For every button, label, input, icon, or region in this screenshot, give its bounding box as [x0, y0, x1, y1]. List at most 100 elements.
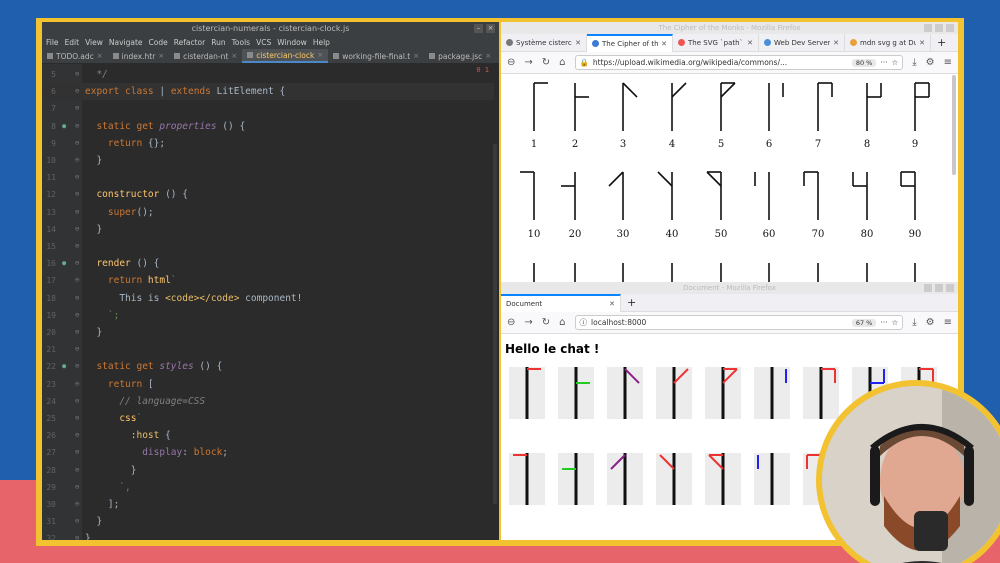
code-line[interactable]: 6 ⊖ export class | extends LitElement {: [42, 83, 494, 101]
menu-item-window[interactable]: Window: [277, 36, 307, 49]
code-line[interactable]: 29 ⊖ `,: [42, 479, 494, 496]
close-tab-icon[interactable]: ✕: [919, 34, 925, 52]
fold-icon[interactable]: ⊖: [75, 341, 79, 358]
code-line[interactable]: 8 ● ⊖ static get properties () {: [42, 118, 494, 135]
minimize-button[interactable]: [924, 284, 932, 292]
more-icon[interactable]: ···: [880, 58, 887, 67]
fold-icon[interactable]: ⊖: [75, 410, 79, 427]
fold-icon[interactable]: ⊖: [75, 152, 79, 169]
close-tab-icon[interactable]: ×: [317, 49, 323, 63]
fold-icon[interactable]: ⊖: [75, 444, 79, 461]
fold-icon[interactable]: ⊖: [75, 358, 79, 375]
fold-icon[interactable]: ⊖: [75, 530, 79, 540]
bookmark-icon[interactable]: ☆: [891, 318, 898, 327]
code-line[interactable]: 19 ⊖ `;: [42, 307, 494, 324]
editor-tab[interactable]: TODO.adc ×: [42, 49, 108, 63]
fold-icon[interactable]: ⊖: [75, 427, 79, 444]
code-line[interactable]: 30 ⊖ ];: [42, 496, 494, 513]
menu-item-refactor[interactable]: Refactor: [174, 36, 205, 49]
more-icon[interactable]: ···: [880, 318, 887, 327]
editor-tab[interactable]: working-file-final.t ×: [328, 49, 424, 63]
editor-tab[interactable]: cistercian-clock ×: [242, 49, 329, 63]
menu-item-view[interactable]: View: [85, 36, 103, 49]
fold-icon[interactable]: ⊖: [75, 83, 79, 100]
close-tab-icon[interactable]: ×: [413, 49, 419, 63]
forward-icon[interactable]: →: [524, 317, 532, 328]
close-tab-icon[interactable]: ×: [485, 49, 491, 63]
code-line[interactable]: 16 ● ⊖ render () {: [42, 255, 494, 272]
close-button[interactable]: ×: [486, 24, 495, 33]
code-line[interactable]: 27 ⊖ display: block;: [42, 444, 494, 461]
maximize-button[interactable]: [935, 24, 943, 32]
menu-item-help[interactable]: Help: [313, 36, 330, 49]
browser-tab[interactable]: The SVG `path` ✕: [673, 33, 759, 52]
menu-item-vcs[interactable]: VCS: [256, 36, 271, 49]
close-button[interactable]: [946, 24, 954, 32]
download-icon[interactable]: ⤓: [912, 317, 916, 328]
minimize-button[interactable]: [924, 24, 932, 32]
home-icon[interactable]: ⌂: [559, 317, 565, 328]
new-tab-button[interactable]: +: [931, 36, 952, 49]
back-icon[interactable]: ⊖: [507, 57, 515, 68]
code-line[interactable]: 9 ⊖ return {};: [42, 135, 494, 152]
download-icon[interactable]: ⤓: [912, 57, 916, 68]
menu-item-run[interactable]: Run: [211, 36, 225, 49]
fold-icon[interactable]: ⊖: [75, 376, 79, 393]
override-marker-icon[interactable]: ●: [62, 358, 66, 375]
code-line[interactable]: 23 ⊖ return [: [42, 376, 494, 393]
close-tab-icon[interactable]: ✕: [833, 34, 839, 52]
fold-icon[interactable]: ⊖: [75, 221, 79, 238]
fold-icon[interactable]: ⊖: [75, 118, 79, 135]
override-marker-icon[interactable]: ●: [62, 255, 66, 272]
code-line[interactable]: 25 ⊖ css`: [42, 410, 494, 427]
editor-tab[interactable]: package.jsc ×: [424, 49, 496, 63]
extensions-icon[interactable]: ⚙: [926, 317, 935, 328]
close-tab-icon[interactable]: ✕: [575, 34, 581, 52]
menu-icon[interactable]: ≡: [944, 317, 952, 328]
url-bar[interactable]: 🔒 https://upload.wikimedia.org/wikipedia…: [574, 55, 904, 70]
close-tab-icon[interactable]: ×: [97, 49, 103, 63]
editor-tab[interactable]: index.css×: [496, 49, 499, 63]
fold-icon[interactable]: ⊖: [75, 324, 79, 341]
menu-item-edit[interactable]: Edit: [65, 36, 80, 49]
reload-icon[interactable]: ↻: [542, 57, 550, 68]
minimize-button[interactable]: –: [474, 24, 483, 33]
reload-icon[interactable]: ↻: [542, 317, 550, 328]
forward-icon[interactable]: →: [524, 57, 532, 68]
fold-icon[interactable]: ⊖: [75, 307, 79, 324]
fold-icon[interactable]: ⊖: [75, 66, 79, 83]
fold-icon[interactable]: ⊖: [75, 204, 79, 221]
code-line[interactable]: 13 ⊖ super();: [42, 204, 494, 221]
code-line[interactable]: 20 ⊖ }: [42, 324, 494, 341]
fold-icon[interactable]: ⊖: [75, 255, 79, 272]
zoom-level[interactable]: 67 %: [851, 318, 877, 327]
menu-item-code[interactable]: Code: [149, 36, 168, 49]
code-line[interactable]: 14 ⊖ }: [42, 221, 494, 238]
new-tab-button[interactable]: +: [621, 296, 642, 309]
tab-document[interactable]: Document ✕: [501, 293, 621, 312]
fold-icon[interactable]: ⊖: [75, 513, 79, 530]
close-tab-icon[interactable]: ✕: [609, 296, 615, 312]
fold-icon[interactable]: ⊖: [75, 462, 79, 479]
code-line[interactable]: 28 ⊖ }: [42, 462, 494, 479]
url-bar[interactable]: ⓘ localhost:8000 67 % ··· ☆: [574, 315, 904, 330]
code-line[interactable]: 21 ⊖: [42, 341, 494, 358]
close-tab-icon[interactable]: ×: [231, 49, 237, 63]
code-line[interactable]: 15 ⊖: [42, 238, 494, 255]
close-tab-icon[interactable]: ✕: [747, 34, 753, 52]
fold-icon[interactable]: ⊖: [75, 186, 79, 203]
close-button[interactable]: [946, 284, 954, 292]
close-tab-icon[interactable]: ✕: [661, 36, 667, 52]
code-line[interactable]: 26 ⊖ :host {: [42, 427, 494, 444]
browser-tab[interactable]: mdn svg g at Du ✕: [845, 33, 931, 52]
browser-tab[interactable]: Système cistercie ✕: [501, 33, 587, 52]
fold-icon[interactable]: ⊖: [75, 272, 79, 289]
override-marker-icon[interactable]: ●: [62, 118, 66, 135]
code-line[interactable]: 17 ⊖ return html`: [42, 272, 494, 289]
code-line[interactable]: 12 ⊖ constructor () {: [42, 186, 494, 203]
browser-tab[interactable]: The Cipher of the ✕: [587, 33, 673, 52]
menu-icon[interactable]: ≡: [944, 57, 952, 68]
fold-icon[interactable]: ⊖: [75, 100, 79, 117]
fold-icon[interactable]: ⊖: [75, 135, 79, 152]
code-line[interactable]: 31 ⊖ }: [42, 513, 494, 530]
